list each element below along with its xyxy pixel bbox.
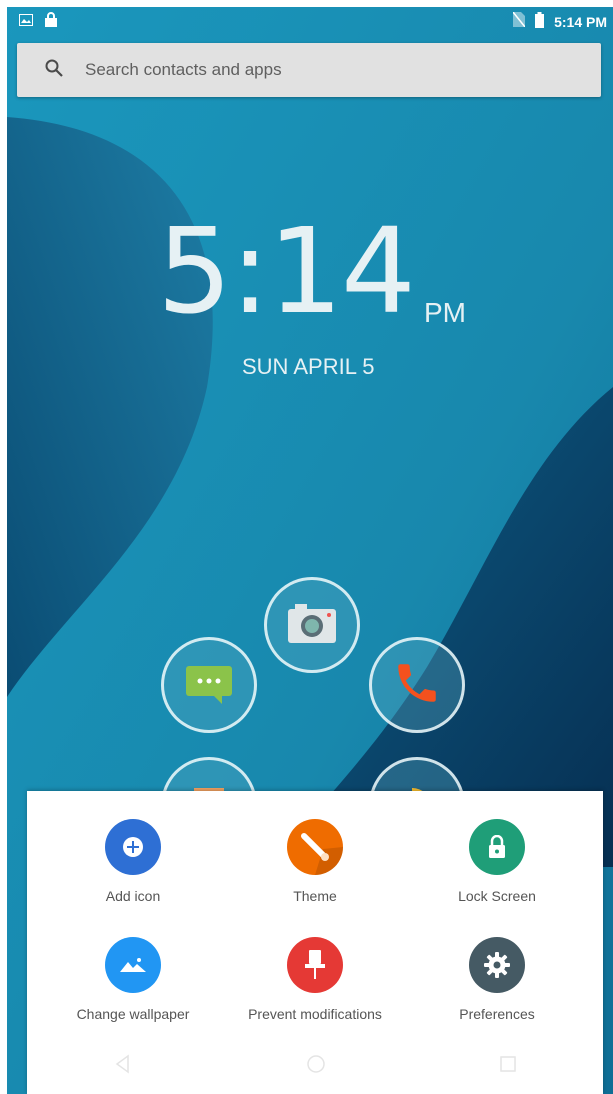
wallpaper-icon — [105, 937, 161, 993]
preferences-option[interactable]: Preferences — [407, 937, 587, 1022]
prevent-modifications-label: Prevent modifications — [248, 1006, 382, 1022]
lock-screen-option[interactable]: Lock Screen — [407, 819, 587, 904]
phone-app[interactable] — [369, 637, 465, 733]
theme-label: Theme — [293, 888, 337, 904]
lock-notification-icon — [45, 12, 57, 32]
prevent-modifications-option[interactable]: Prevent modifications — [225, 937, 405, 1022]
home-icon[interactable] — [306, 1054, 326, 1079]
search-icon — [45, 59, 63, 82]
lock-screen-label: Lock Screen — [458, 888, 536, 904]
messages-icon — [182, 660, 236, 711]
clock-ampm: PM — [424, 297, 466, 328]
status-bar: 5:14 PM — [7, 7, 613, 37]
navigation-bar — [27, 1038, 603, 1094]
add-icon-option[interactable]: Add icon — [43, 819, 223, 904]
status-time: 5:14 PM — [554, 14, 607, 30]
camera-icon — [285, 601, 339, 650]
phone-icon — [392, 658, 442, 713]
change-wallpaper-option[interactable]: Change wallpaper — [43, 937, 223, 1022]
no-sim-icon — [512, 11, 526, 32]
home-options-sheet: Add icon Theme Lock Screen Change wallpa… — [27, 791, 603, 1094]
search-input[interactable]: Search contacts and apps — [85, 60, 282, 80]
clock-time[interactable]: 5:14 — [157, 212, 416, 330]
image-notification-icon — [19, 13, 33, 31]
theme-brush-icon — [287, 819, 343, 875]
theme-option[interactable]: Theme — [225, 819, 405, 904]
clock-date: SUN APRIL 5 — [242, 354, 375, 379]
back-icon[interactable] — [113, 1054, 133, 1079]
messages-app[interactable] — [161, 637, 257, 733]
add-icon-label: Add icon — [105, 888, 161, 904]
pin-icon — [287, 937, 343, 993]
change-wallpaper-label: Change wallpaper — [76, 1006, 190, 1022]
search-bar[interactable]: Search contacts and apps — [17, 43, 601, 97]
home-screen: 5:14 PM Search contacts and apps 5:14 PM… — [7, 7, 613, 1094]
gear-icon — [469, 937, 525, 993]
lock-icon — [469, 819, 525, 875]
preferences-label: Preferences — [459, 1006, 535, 1022]
camera-app[interactable] — [264, 577, 360, 673]
recents-icon[interactable] — [499, 1055, 517, 1078]
battery-icon — [535, 11, 545, 33]
add-icon — [105, 819, 161, 875]
